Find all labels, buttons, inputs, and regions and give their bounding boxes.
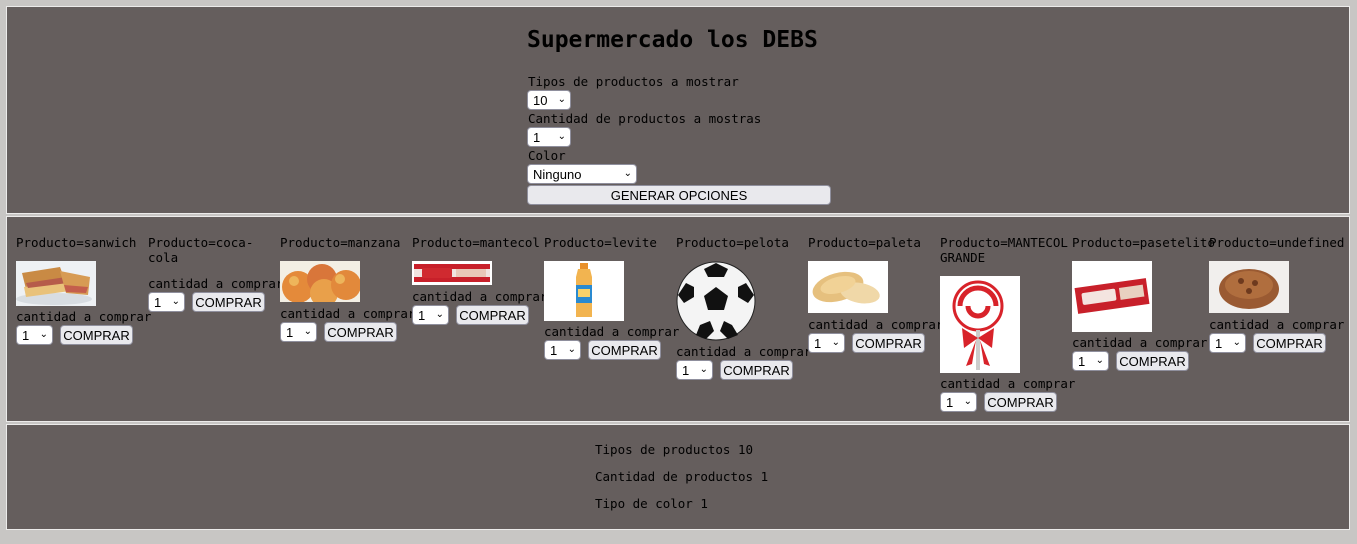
product-quantity-value: 1 [814, 335, 822, 351]
buy-button[interactable]: COMPRAR [1116, 351, 1189, 371]
generate-options-button[interactable]: GENERAR OPCIONES [527, 185, 831, 205]
product-name: Producto=levite [544, 235, 657, 250]
product-name: Producto=pasetelito [1072, 235, 1215, 250]
quantity-select-value: 1 [533, 129, 541, 145]
buy-button[interactable]: COMPRAR [324, 322, 397, 342]
quantity-label: Cantidad de productos a mostras [528, 111, 762, 126]
product-quantity-value: 1 [1215, 335, 1223, 351]
product-quantity-value: 1 [286, 324, 294, 340]
options-panel: Supermercado los DEBS Tipos de productos… [6, 6, 1350, 214]
quantity-to-buy-label: cantidad a comprar [1209, 317, 1345, 332]
quantity-to-buy-label: cantidad a comprar [808, 317, 944, 332]
summary-color: Tipo de color 1 [595, 496, 708, 511]
product-name: Producto=manzana [280, 235, 401, 250]
product-quantity-value: 1 [1078, 353, 1086, 369]
quantity-to-buy-label: cantidad a comprar [676, 344, 812, 359]
summary-quantity: Cantidad de productos 1 [595, 469, 769, 484]
lollipop-image [940, 276, 1020, 373]
buy-button[interactable]: COMPRAR [1253, 333, 1326, 353]
buy-button[interactable]: COMPRAR [60, 325, 133, 345]
buy-button[interactable]: COMPRAR [192, 292, 265, 312]
chevron-down-icon: ⌄ [303, 326, 312, 337]
levite-bottle-image [544, 261, 624, 321]
chevron-down-icon: ⌄ [39, 329, 48, 340]
chevron-down-icon: ⌄ [1095, 355, 1104, 366]
chevron-down-icon: ⌄ [567, 344, 576, 355]
product-quantity-value: 1 [550, 342, 558, 358]
sandwich-image [16, 261, 96, 306]
buy-button[interactable]: COMPRAR [588, 340, 661, 360]
chevron-down-icon: ⌄ [623, 168, 632, 179]
chevron-down-icon: ⌄ [435, 309, 444, 320]
soccer-ball-image [676, 261, 756, 341]
summary-types: Tipos de productos 10 [595, 442, 754, 457]
buy-button[interactable]: COMPRAR [456, 305, 529, 325]
product-name: Producto=MANTECOL GRANDE [940, 235, 1068, 265]
page-title: Supermercado los DEBS [527, 27, 818, 53]
product-quantity-select[interactable]: 1 ⌄ [280, 322, 317, 342]
quantity-to-buy-label: cantidad a comprar [148, 276, 284, 291]
color-select[interactable]: Ninguno ⌄ [527, 164, 637, 184]
pastry-image [1209, 261, 1289, 313]
product-quantity-value: 1 [682, 362, 690, 378]
chevron-down-icon: ⌄ [171, 296, 180, 307]
product-name: Producto=mantecol [412, 235, 540, 250]
chevron-down-icon: ⌄ [831, 337, 840, 348]
types-select-value: 10 [533, 92, 548, 108]
quantity-to-buy-label: cantidad a comprar [16, 309, 152, 324]
chevron-down-icon: ⌄ [963, 396, 972, 407]
product-name: Producto=pelota [676, 235, 789, 250]
product-quantity-value: 1 [418, 307, 426, 323]
products-panel: Producto=sanwich cantidad a comprar 1 ⌄ … [6, 216, 1350, 422]
buy-button[interactable]: COMPRAR [852, 333, 925, 353]
product-quantity-select[interactable]: 1 ⌄ [676, 360, 713, 380]
types-select[interactable]: 10 ⌄ [527, 90, 571, 110]
product-quantity-select[interactable]: 1 ⌄ [1072, 351, 1109, 371]
product-name: Producto=sanwich [16, 235, 137, 250]
quantity-to-buy-label: cantidad a comprar [940, 376, 1076, 391]
product-quantity-value: 1 [22, 327, 30, 343]
mantecol-image [412, 261, 492, 285]
product-quantity-select[interactable]: 1 ⌄ [16, 325, 53, 345]
chevron-down-icon: ⌄ [699, 364, 708, 375]
quantity-to-buy-label: cantidad a comprar [412, 289, 548, 304]
bread-image [808, 261, 888, 313]
product-quantity-select[interactable]: 1 ⌄ [544, 340, 581, 360]
product-quantity-select[interactable]: 1 ⌄ [940, 392, 977, 412]
quantity-select[interactable]: 1 ⌄ [527, 127, 571, 147]
quantity-to-buy-label: cantidad a comprar [544, 324, 680, 339]
product-quantity-value: 1 [946, 394, 954, 410]
product-quantity-select[interactable]: 1 ⌄ [412, 305, 449, 325]
buy-button[interactable]: COMPRAR [984, 392, 1057, 412]
types-label: Tipos de productos a mostrar [528, 74, 739, 89]
quantity-to-buy-label: cantidad a comprar [1072, 335, 1208, 350]
color-select-value: Ninguno [533, 166, 582, 182]
product-name: Producto=coca-cola [148, 235, 254, 265]
summary-panel: Tipos de productos 10 Cantidad de produc… [6, 424, 1350, 530]
product-quantity-select[interactable]: 1 ⌄ [148, 292, 185, 312]
color-label: Color [528, 148, 566, 163]
chevron-down-icon: ⌄ [557, 94, 566, 105]
product-name: Producto=undefined [1209, 235, 1345, 250]
quantity-to-buy-label: cantidad a comprar [280, 306, 416, 321]
product-quantity-select[interactable]: 1 ⌄ [808, 333, 845, 353]
product-quantity-value: 1 [154, 294, 162, 310]
apple-image [280, 261, 360, 302]
chevron-down-icon: ⌄ [1232, 337, 1241, 348]
product-quantity-select[interactable]: 1 ⌄ [1209, 333, 1246, 353]
chevron-down-icon: ⌄ [557, 131, 566, 142]
mantecol-bar-image [1072, 261, 1152, 332]
buy-button[interactable]: COMPRAR [720, 360, 793, 380]
product-name: Producto=paleta [808, 235, 921, 250]
